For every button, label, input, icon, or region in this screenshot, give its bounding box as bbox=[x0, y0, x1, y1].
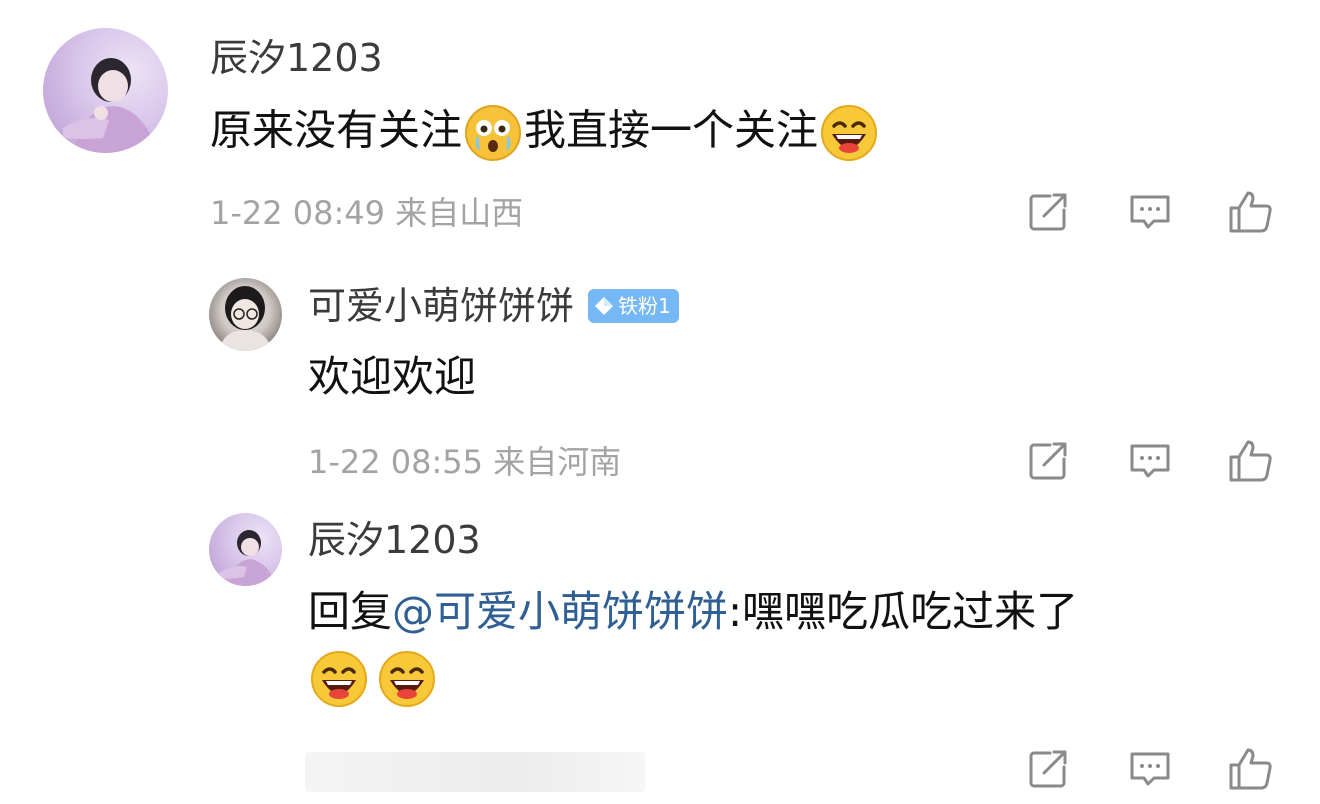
reply-avatar[interactable] bbox=[209, 513, 282, 586]
comment-icon bbox=[1130, 195, 1170, 229]
fan-badge: 铁粉1 bbox=[588, 289, 679, 323]
reply-avatar[interactable] bbox=[209, 278, 282, 351]
share-button[interactable] bbox=[1024, 745, 1072, 793]
reply-text: 回复@可爱小萌饼饼饼:嘿嘿吃瓜吃过来了 bbox=[308, 587, 1078, 637]
like-button[interactable] bbox=[1226, 745, 1274, 793]
reply-meta: 1-22 08:55 来自河南 bbox=[308, 443, 622, 481]
avatar-image bbox=[219, 530, 277, 586]
mention-link[interactable]: @可爱小萌饼饼饼 bbox=[392, 587, 728, 636]
reply-username[interactable]: 可爱小萌饼饼饼 bbox=[308, 284, 574, 328]
comment-text: 原来没有关注 我直接一个关注 bbox=[210, 104, 880, 162]
comment-meta: 1-22 08:49 来自山西 bbox=[210, 194, 524, 232]
comment-button[interactable] bbox=[1126, 745, 1174, 793]
comment-button[interactable] bbox=[1126, 188, 1174, 236]
reply-text: 欢迎欢迎 bbox=[308, 352, 477, 401]
avatar[interactable] bbox=[43, 28, 168, 153]
comment-username[interactable]: 辰汐1203 bbox=[210, 36, 383, 80]
avatar-image bbox=[63, 58, 158, 153]
comment-icon bbox=[1130, 444, 1170, 478]
reply-username[interactable]: 辰汐1203 bbox=[308, 518, 481, 562]
share-icon bbox=[1029, 193, 1067, 231]
reply-prefix: 回复 bbox=[308, 587, 393, 636]
share-icon bbox=[1029, 750, 1067, 788]
thumbs-up-icon bbox=[1229, 191, 1272, 233]
share-icon bbox=[1029, 442, 1067, 480]
comment-text-part2: 我直接一个关注 bbox=[524, 105, 819, 155]
comment-button[interactable] bbox=[1126, 437, 1174, 485]
thumbs-up-icon bbox=[1229, 440, 1272, 482]
fan-badge-label: 铁粉1 bbox=[618, 294, 671, 318]
laughing-emoji-icon bbox=[310, 650, 368, 708]
reply-body: :嘿嘿吃瓜吃过来了 bbox=[728, 587, 1079, 636]
avatar-image bbox=[219, 286, 272, 351]
reply-emoji-row bbox=[308, 650, 438, 708]
laughing-emoji-icon bbox=[820, 104, 878, 162]
like-button[interactable] bbox=[1226, 437, 1274, 485]
laughing-emoji-icon bbox=[378, 650, 436, 708]
diamond-icon bbox=[594, 296, 614, 316]
like-button[interactable] bbox=[1226, 188, 1274, 236]
thumbs-up-icon bbox=[1229, 748, 1272, 790]
share-button[interactable] bbox=[1024, 437, 1072, 485]
flushed-crying-emoji-icon bbox=[464, 104, 522, 162]
comment-text-part1: 原来没有关注 bbox=[210, 105, 463, 155]
reply-header: 可爱小萌饼饼饼 铁粉1 bbox=[308, 284, 679, 328]
share-button[interactable] bbox=[1024, 188, 1072, 236]
comment-icon bbox=[1130, 752, 1170, 786]
reply-meta-obscured bbox=[305, 752, 645, 792]
comment-thread: 辰汐1203 原来没有关注 我直接一个关注 1-22 08:49 来自山西 可爱… bbox=[0, 0, 1320, 804]
